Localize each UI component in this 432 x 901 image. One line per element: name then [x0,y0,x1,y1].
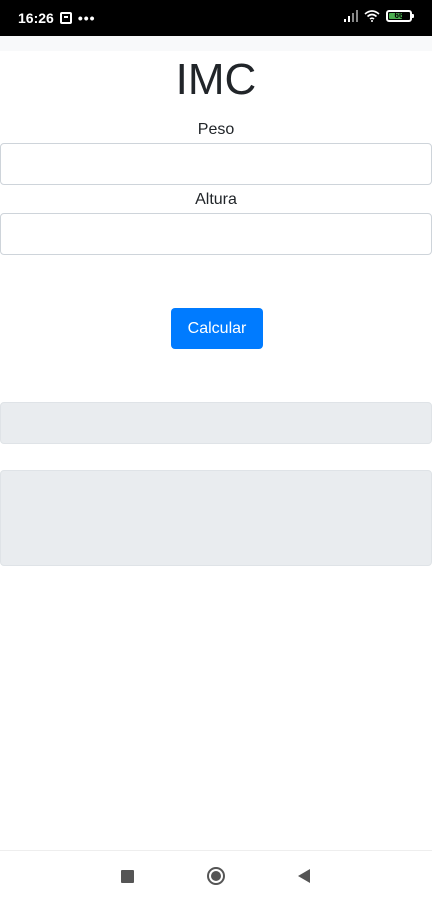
status-time: 16:26 [18,10,54,26]
page-title: IMC [175,55,257,104]
navigation-bar [0,850,432,901]
battery-icon: 66 [386,10,414,22]
battery-level: 66 [394,11,404,20]
recent-apps-button[interactable] [116,865,138,887]
altura-input[interactable] [0,213,432,255]
imc-result-box [0,402,432,444]
status-left: 16:26 ••• [18,9,96,27]
home-button[interactable] [205,865,227,887]
more-notifications-icon: ••• [77,10,96,26]
classification-result-box [0,470,432,566]
recent-apps-icon [120,869,134,883]
back-icon [298,869,310,883]
status-bar: 16:26 ••• 66 [0,0,432,36]
calcular-button[interactable]: Calcular [171,308,263,349]
app-top-strip [0,36,432,51]
signal-icon [344,10,358,22]
peso-input[interactable] [0,143,432,185]
home-icon [207,867,225,885]
peso-label: Peso [197,121,235,138]
altura-label: Altura [195,191,237,208]
wifi-icon [364,10,380,22]
notification-icon [59,12,72,24]
back-button[interactable] [293,865,315,887]
status-right: 66 [344,10,414,22]
